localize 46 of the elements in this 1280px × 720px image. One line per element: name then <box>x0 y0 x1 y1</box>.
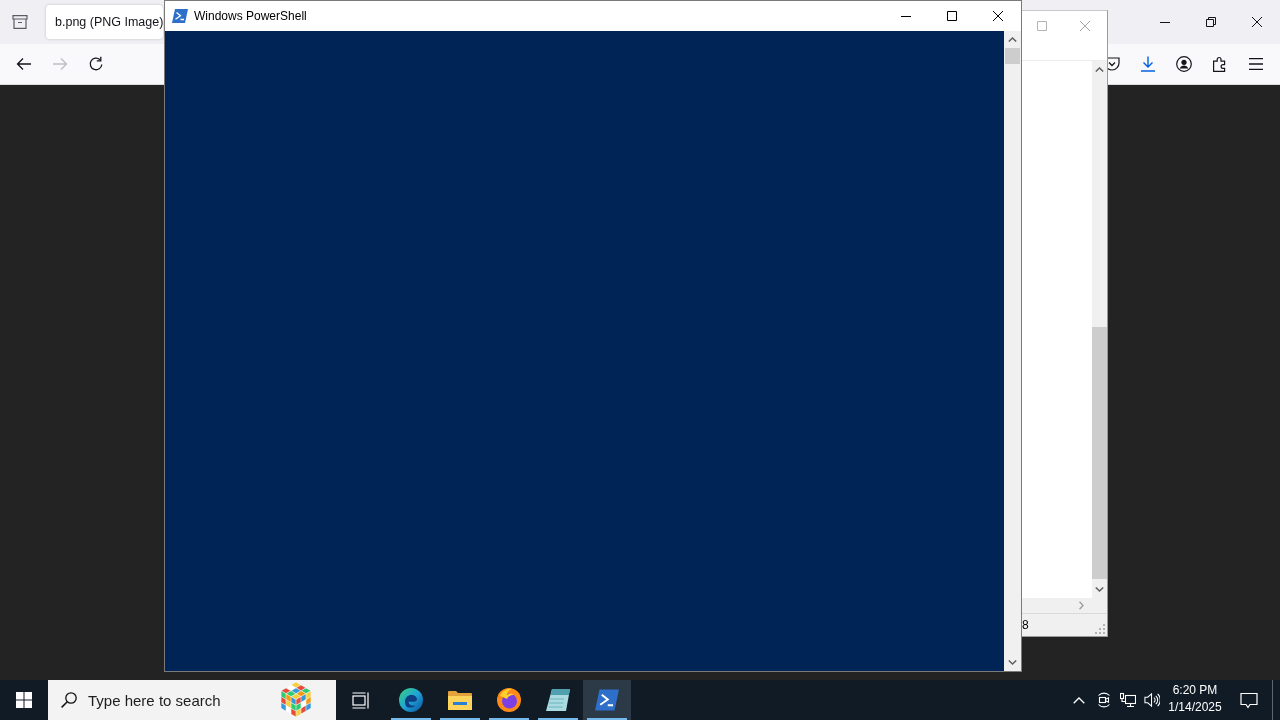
close-icon <box>993 11 1003 21</box>
size-grip-icon[interactable] <box>1095 624 1105 634</box>
maximize-icon <box>1037 20 1047 31</box>
shield-chevron-icon <box>1108 56 1120 72</box>
chevron-up-icon <box>1073 696 1085 704</box>
notepad-icon <box>546 688 570 712</box>
speaker-icon <box>1144 692 1160 708</box>
minimize-icon <box>1160 21 1170 23</box>
window-title: Windows PowerShell <box>194 9 307 23</box>
minimize-icon <box>901 15 911 17</box>
status-text: 8 <box>1022 618 1029 632</box>
folder-icon <box>448 688 472 712</box>
swirl-app-icon <box>399 688 423 712</box>
maximize-icon <box>947 11 957 21</box>
scrollbar-thumb[interactable] <box>1005 48 1020 64</box>
clock-time[interactable]: 6:20 PM <box>1172 682 1218 699</box>
notification-icon <box>1240 691 1258 709</box>
terminal-icon <box>172 9 188 23</box>
puzzle-icon <box>1212 56 1228 72</box>
close-icon <box>1252 17 1262 27</box>
scroll-down-icon[interactable] <box>1095 587 1104 592</box>
download-icon <box>1140 56 1156 72</box>
scroll-down-icon[interactable] <box>1008 660 1017 665</box>
search-icon <box>61 692 77 708</box>
search-field[interactable]: Type here to search <box>48 680 336 720</box>
task-view-icon <box>351 691 369 709</box>
cube-icon <box>281 682 311 717</box>
scroll-up-icon[interactable] <box>1095 67 1104 72</box>
flame-globe-icon <box>497 688 521 712</box>
menu-icon <box>1248 56 1264 72</box>
close-icon <box>1079 20 1090 31</box>
back-arrow-icon <box>16 56 32 72</box>
scrollbar-thumb[interactable] <box>1092 327 1107 579</box>
account-icon <box>1176 56 1192 72</box>
terminal-icon <box>595 688 619 712</box>
network-icon <box>1120 692 1136 708</box>
tab-list-icon <box>12 14 28 30</box>
browser-tab[interactable]: b.png (PNG Image) <box>46 5 163 39</box>
camera-icon <box>1096 692 1112 708</box>
reload-icon <box>88 56 104 72</box>
restore-icon <box>1206 17 1216 27</box>
clock-date[interactable]: 1/14/2025 <box>1168 699 1222 716</box>
scroll-up-icon[interactable] <box>1008 37 1017 42</box>
start-icon <box>16 692 32 708</box>
taskbar-app-button[interactable] <box>583 680 631 720</box>
forward-arrow-icon <box>52 56 68 72</box>
